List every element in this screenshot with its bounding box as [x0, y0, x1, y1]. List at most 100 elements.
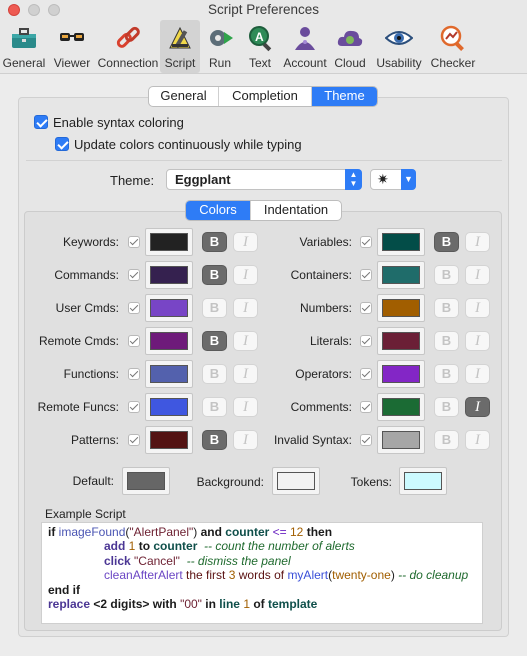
comments-checkbox[interactable]: [360, 401, 372, 413]
invalid-syntax-checkbox[interactable]: [360, 434, 372, 446]
numbers-italic-toggle[interactable]: I: [465, 298, 490, 318]
tokens-label: Tokens:: [350, 475, 392, 489]
literals-bold-toggle[interactable]: B: [434, 331, 459, 351]
comments-color-well[interactable]: [377, 393, 425, 421]
remote-funcs-checkbox[interactable]: [128, 401, 140, 413]
toolbar-run[interactable]: Run: [200, 20, 240, 73]
variables-checkbox[interactable]: [360, 236, 372, 248]
example-script-view[interactable]: if imageFound("AlertPanel") and counter …: [41, 522, 483, 624]
variables-bold-toggle[interactable]: B: [434, 232, 459, 252]
functions-checkbox[interactable]: [128, 368, 140, 380]
containers-color-well[interactable]: [377, 261, 425, 289]
literals-checkbox[interactable]: [360, 335, 372, 347]
literals-label: Literals:: [309, 334, 352, 348]
invalid-syntax-bold-toggle[interactable]: B: [434, 430, 459, 450]
containers-bold-toggle[interactable]: B: [434, 265, 459, 285]
comments-italic-toggle[interactable]: I: [465, 397, 490, 417]
token-chunk: words of: [235, 568, 288, 583]
patterns-italic-toggle[interactable]: I: [233, 430, 258, 450]
invalid-syntax-color-well[interactable]: [377, 426, 425, 454]
token-operator: <=: [269, 525, 290, 539]
token-paren: ): [193, 525, 201, 539]
keywords-checkbox[interactable]: [128, 236, 140, 248]
toolbar-viewer[interactable]: Viewer: [48, 20, 96, 73]
tab-indentation[interactable]: Indentation: [251, 201, 341, 220]
patterns-color-swatch: [150, 431, 188, 449]
toolbar-general[interactable]: General: [0, 20, 48, 73]
window-titlebar: Script Preferences General Viewer Connec…: [0, 0, 527, 74]
user-cmds-checkbox[interactable]: [128, 302, 140, 314]
theme-select[interactable]: Eggplant ▲ ▼: [166, 169, 362, 190]
numbers-color-well[interactable]: [377, 294, 425, 322]
user-cmds-italic-toggle[interactable]: I: [233, 298, 258, 318]
tab-colors[interactable]: Colors: [186, 201, 251, 220]
operators-color-well[interactable]: [377, 360, 425, 388]
user-cmds-color-well[interactable]: [145, 294, 193, 322]
variables-italic-toggle[interactable]: I: [465, 232, 490, 252]
remote-cmds-color-well[interactable]: [145, 327, 193, 355]
remote-funcs-bold-toggle[interactable]: B: [202, 397, 227, 417]
token-keyword: in: [201, 597, 220, 612]
background-color-well[interactable]: [272, 467, 320, 495]
keywords-color-well[interactable]: [145, 228, 193, 256]
toolbar-text[interactable]: A Text: [240, 20, 280, 73]
user-cmds-bold-toggle[interactable]: B: [202, 298, 227, 318]
script-line: cleanAfterAlert the first 3 words of myA…: [48, 568, 476, 582]
chevron-down-icon: ▼: [401, 169, 416, 190]
remote-funcs-color-well[interactable]: [145, 393, 193, 421]
default-color-well[interactable]: [122, 467, 170, 495]
token-variable: template: [268, 597, 318, 612]
containers-italic-toggle[interactable]: I: [465, 265, 490, 285]
toolbar-label: Run: [208, 56, 231, 70]
operators-italic-toggle[interactable]: I: [465, 364, 490, 384]
patterns-color-well[interactable]: [145, 426, 193, 454]
patterns-bold-toggle[interactable]: B: [202, 430, 227, 450]
functions-italic-toggle[interactable]: I: [233, 364, 258, 384]
literals-color-well[interactable]: [377, 327, 425, 355]
functions-bold-toggle[interactable]: B: [202, 364, 227, 384]
toolbar-script[interactable]: Script: [160, 20, 200, 73]
remote-funcs-italic-toggle[interactable]: I: [233, 397, 258, 417]
toolbar-account[interactable]: Account: [280, 20, 330, 73]
operators-checkbox[interactable]: [360, 368, 372, 380]
keywords-bold-toggle[interactable]: B: [202, 232, 227, 252]
functions-color-well[interactable]: [145, 360, 193, 388]
toolbar-usability[interactable]: Usability: [370, 20, 428, 73]
toolbar-cloud[interactable]: Cloud: [330, 20, 370, 73]
remote-cmds-italic-toggle[interactable]: I: [233, 331, 258, 351]
token-keyword: if: [48, 525, 59, 539]
remote-cmds-bold-toggle[interactable]: B: [202, 331, 227, 351]
tokens-color-well[interactable]: [399, 467, 447, 495]
comments-bold-toggle[interactable]: B: [434, 397, 459, 417]
numbers-bold-toggle[interactable]: B: [434, 298, 459, 318]
chevron-updown-icon: ▲ ▼: [345, 169, 362, 190]
token-command: add: [104, 539, 129, 554]
operators-label: Operators:: [295, 367, 352, 381]
toolbar-connection[interactable]: Connection: [96, 20, 160, 73]
commands-color-well[interactable]: [145, 261, 193, 289]
commands-checkbox[interactable]: [128, 269, 140, 281]
toolbar-label: Account: [283, 56, 327, 70]
update-colors-checkbox[interactable]: [55, 137, 69, 151]
tab-theme[interactable]: Theme: [312, 87, 377, 106]
commands-bold-toggle[interactable]: B: [202, 265, 227, 285]
invalid-syntax-italic-toggle[interactable]: I: [465, 430, 490, 450]
chain-link-icon: [113, 23, 143, 53]
literals-italic-toggle[interactable]: I: [465, 331, 490, 351]
remote-cmds-checkbox[interactable]: [128, 335, 140, 347]
operators-bold-toggle[interactable]: B: [434, 364, 459, 384]
numbers-checkbox[interactable]: [360, 302, 372, 314]
syntax-coloring-checkbox[interactable]: [34, 115, 48, 129]
keywords-italic-toggle[interactable]: I: [233, 232, 258, 252]
token-user-command: cleanAfterAlert: [104, 568, 183, 583]
commands-italic-toggle[interactable]: I: [233, 265, 258, 285]
variables-color-well[interactable]: [377, 228, 425, 256]
token-comment: -- dismiss the panel: [179, 553, 291, 568]
theme-value: Eggplant: [175, 172, 231, 187]
containers-checkbox[interactable]: [360, 269, 372, 281]
tab-general[interactable]: General: [149, 87, 219, 106]
patterns-checkbox[interactable]: [128, 434, 140, 446]
toolbar-checker[interactable]: Checker: [428, 20, 478, 73]
tab-completion[interactable]: Completion: [219, 87, 312, 106]
theme-actions-button[interactable]: ✷ ▼: [370, 169, 416, 190]
